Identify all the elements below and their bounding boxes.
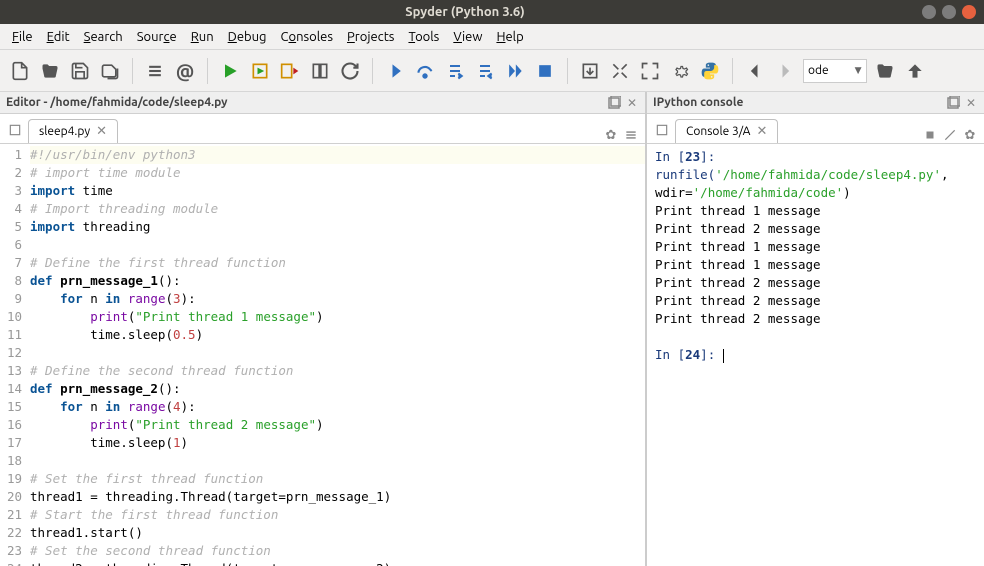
- debug-step-in-icon[interactable]: [443, 59, 467, 83]
- console-tab-row: Console 3/A ✕ ✿: [647, 114, 984, 144]
- browse-dir-icon[interactable]: [873, 59, 897, 83]
- maximize-pane-icon[interactable]: [608, 59, 632, 83]
- close-console-tab-icon[interactable]: ✕: [756, 124, 767, 139]
- menu-help[interactable]: Help: [490, 27, 529, 47]
- line-gutter: 1234567891011121314151617181920212223242…: [0, 144, 28, 566]
- editor-tab-label: sleep4.py: [39, 125, 90, 138]
- import-icon[interactable]: [578, 59, 602, 83]
- undock-icon[interactable]: [607, 96, 621, 110]
- window-close-button[interactable]: [962, 5, 976, 19]
- debug-step-over-icon[interactable]: [413, 59, 437, 83]
- menu-consoles[interactable]: Consoles: [275, 27, 339, 47]
- editor-menu-icon[interactable]: [623, 127, 639, 143]
- toolbar-separator: [207, 58, 208, 84]
- run-cell-advance-icon[interactable]: [278, 59, 302, 83]
- open-file-icon[interactable]: [38, 59, 62, 83]
- menu-file[interactable]: File: [6, 27, 39, 47]
- run-selection-icon[interactable]: [308, 59, 332, 83]
- debug-stop-icon[interactable]: [533, 59, 557, 83]
- rerun-icon[interactable]: [338, 59, 362, 83]
- window-minimize-button[interactable]: [922, 5, 936, 19]
- editor-pane: Editor - /home/fahmida/code/sleep4.py ✕ …: [0, 92, 647, 566]
- menu-source[interactable]: Source: [131, 27, 183, 47]
- interrupt-kernel-icon[interactable]: [922, 127, 938, 143]
- debug-step-icon[interactable]: [383, 59, 407, 83]
- main-area: Editor - /home/fahmida/code/sleep4.py ✕ …: [0, 92, 984, 566]
- toolbar-separator: [567, 58, 568, 84]
- debug-step-out-icon[interactable]: [473, 59, 497, 83]
- menu-projects[interactable]: Projects: [341, 27, 400, 47]
- toolbar-separator: [372, 58, 373, 84]
- save-icon[interactable]: [68, 59, 92, 83]
- save-all-icon[interactable]: [98, 59, 122, 83]
- close-console-pane-icon[interactable]: ✕: [964, 96, 978, 110]
- working-dir-select[interactable]: ode ▼: [803, 59, 867, 83]
- clear-console-icon[interactable]: [942, 127, 958, 143]
- editor-pane-title: Editor - /home/fahmida/code/sleep4.py: [6, 96, 228, 109]
- run-icon[interactable]: [218, 59, 242, 83]
- menubar: File Edit Search Source Run Debug Consol…: [0, 24, 984, 50]
- window-titlebar: Spyder (Python 3.6): [0, 0, 984, 24]
- toolbar: @ ode ▼: [0, 50, 984, 92]
- console-pane: IPython console ✕ Console 3/A ✕ ✿ In [23…: [647, 92, 984, 566]
- code-area[interactable]: #!/usr/bin/env python3# import time modu…: [28, 144, 645, 566]
- toolbar-separator: [732, 58, 733, 84]
- console-tab-label: Console 3/A: [686, 125, 750, 138]
- editor-tab[interactable]: sleep4.py ✕: [28, 119, 118, 143]
- code-editor[interactable]: 1234567891011121314151617181920212223242…: [0, 144, 645, 566]
- window-title: Spyder (Python 3.6): [8, 5, 922, 19]
- forward-icon[interactable]: [773, 59, 797, 83]
- at-icon[interactable]: @: [173, 59, 197, 83]
- close-pane-icon[interactable]: ✕: [625, 96, 639, 110]
- menu-view[interactable]: View: [447, 27, 488, 47]
- console-tab[interactable]: Console 3/A ✕: [675, 119, 778, 143]
- chevron-down-icon: ▼: [855, 65, 862, 76]
- fullscreen-icon[interactable]: [638, 59, 662, 83]
- menu-run[interactable]: Run: [185, 27, 220, 47]
- console-pane-title: IPython console: [653, 96, 743, 109]
- run-cell-icon[interactable]: [248, 59, 272, 83]
- new-file-icon[interactable]: [8, 59, 32, 83]
- menu-debug[interactable]: Debug: [222, 27, 273, 47]
- file-switcher-icon[interactable]: [6, 117, 24, 143]
- debug-continue-icon[interactable]: [503, 59, 527, 83]
- editor-options-icon[interactable]: ✿: [603, 127, 619, 143]
- working-dir-value: ode: [808, 64, 829, 77]
- close-tab-icon[interactable]: ✕: [96, 124, 107, 139]
- back-icon[interactable]: [743, 59, 767, 83]
- menu-edit[interactable]: Edit: [41, 27, 76, 47]
- console-pane-header: IPython console ✕: [647, 92, 984, 114]
- console-output[interactable]: In [23]: runfile('/home/fahmida/code/sle…: [647, 144, 984, 566]
- menu-tools[interactable]: Tools: [402, 27, 445, 47]
- menu-search[interactable]: Search: [78, 27, 129, 47]
- console-options-icon[interactable]: ✿: [962, 127, 978, 143]
- editor-pane-header: Editor - /home/fahmida/code/sleep4.py ✕: [0, 92, 645, 114]
- list-icon[interactable]: [143, 59, 167, 83]
- window-maximize-button[interactable]: [942, 5, 956, 19]
- toolbar-separator: [132, 58, 133, 84]
- parent-dir-icon[interactable]: [903, 59, 927, 83]
- undock-console-icon[interactable]: [946, 96, 960, 110]
- preferences-icon[interactable]: [668, 59, 692, 83]
- python-path-icon[interactable]: [698, 59, 722, 83]
- console-switcher-icon[interactable]: [653, 117, 671, 143]
- editor-tab-row: sleep4.py ✕ ✿: [0, 114, 645, 144]
- window-controls: [922, 5, 976, 19]
